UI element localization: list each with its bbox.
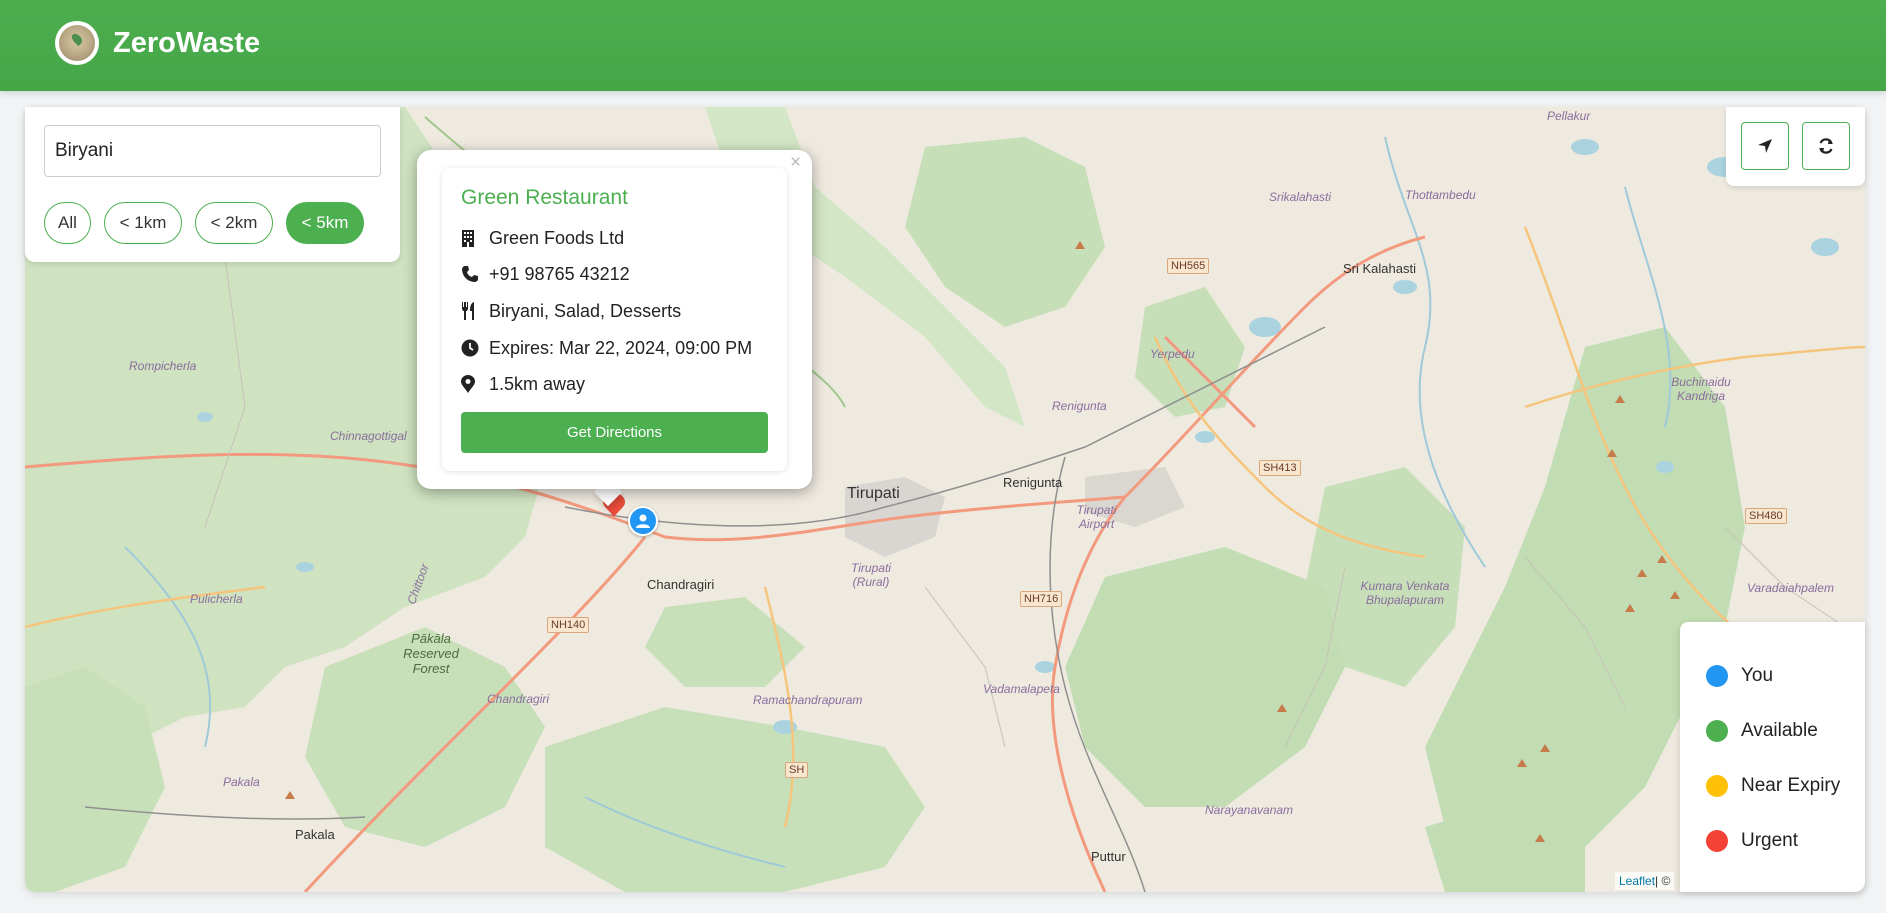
app-logo[interactable] (55, 21, 99, 65)
map-label-pakala-italic: Pakala (223, 775, 260, 789)
map-label-renigunta: Renigunta (1003, 475, 1063, 490)
map-controls (1726, 107, 1865, 186)
location-arrow-icon (1758, 139, 1772, 153)
legend-label-available: Available (1741, 720, 1818, 741)
leaflet-link[interactable]: Leaflet (1619, 874, 1655, 888)
get-directions-button[interactable]: Get Directions (461, 412, 768, 453)
legend-item-you: You (1706, 663, 1773, 689)
locate-me-button[interactable] (1741, 122, 1789, 170)
filter-1km-button[interactable]: < 1km (104, 202, 182, 244)
map-label-narayanavanam: Narayanavanam (1205, 803, 1294, 817)
map-label-vadamalapeta: Vadamalapeta (983, 682, 1060, 696)
legend-label-you: You (1741, 665, 1774, 686)
map-label-tirupati-airport: Tirupati Airport (1076, 503, 1117, 531)
attribution-text: | © (1655, 874, 1671, 888)
distance-row: 1.5km away (461, 372, 585, 396)
user-icon (636, 514, 650, 528)
filter-5km-button[interactable]: < 5km (286, 202, 364, 244)
map-label-ramachandrapuram: Ramachandrapuram (753, 693, 863, 707)
map-label-thottambedu: Thottambedu (1405, 188, 1476, 202)
map-label-chandragiri: Chandragiri (647, 577, 715, 592)
map-label-chinnagottigal: Chinnagottigal (330, 429, 407, 443)
utensils-icon (461, 301, 483, 321)
map-label-varadaiahpalem: Varadaiahpalem (1747, 581, 1834, 595)
map-label-srikalahasti: Srikalahasti (1269, 190, 1332, 204)
distance: 1.5km away (489, 373, 586, 394)
map-label-yerpedu: Yerpedu (1150, 347, 1195, 361)
logo-image (59, 25, 95, 61)
expiry-row: Expires: Mar 22, 2024, 09:00 PM (461, 336, 752, 360)
legend-item-urgent: Urgent (1706, 828, 1798, 854)
filter-all-button[interactable]: All (44, 202, 91, 244)
clock-icon (461, 338, 483, 358)
company-name: Green Foods Ltd (489, 227, 625, 248)
map-label-pulicherla: Pulicherla (190, 592, 243, 606)
map-label-kumara: Kumara Venkata Bhupalapuram (1360, 579, 1450, 607)
map-label-pakala: Pakala (295, 827, 335, 842)
road-shield-sh480: SH480 (1745, 508, 1787, 524)
expiry-time: Expires: Mar 22, 2024, 09:00 PM (489, 337, 753, 358)
legend-item-near-expiry: Near Expiry (1706, 773, 1840, 799)
legend-item-available: Available (1706, 718, 1818, 744)
restaurant-name: Green Restaurant (461, 186, 628, 209)
map-label-chandragiri-italic: Chandragiri (487, 692, 550, 706)
legend-dot-near-expiry (1706, 775, 1728, 797)
app-title: ZeroWaste (113, 27, 261, 59)
search-panel: All < 1km < 2km < 5km (25, 107, 400, 262)
phone-icon (461, 264, 483, 284)
map-label-buchinaidu: Buchinaidu Kandriga (1671, 375, 1731, 403)
map-label-puttur: Puttur (1091, 849, 1126, 864)
map-label-tirupati: Tirupati (847, 485, 900, 502)
legend-dot-urgent (1706, 830, 1728, 852)
map-label-renigunta-italic: Renigunta (1052, 399, 1107, 413)
map-label-rompicherla: Rompicherla (129, 359, 197, 373)
search-input[interactable] (44, 125, 381, 177)
app-header: ZeroWaste (0, 0, 1886, 91)
company-row: Green Foods Ltd (461, 226, 624, 250)
building-icon (461, 228, 483, 248)
map-attribution: Leaflet | © (1615, 872, 1675, 890)
legend-label-urgent: Urgent (1741, 830, 1799, 851)
road-shield-nh140: NH140 (547, 617, 590, 633)
legend-label-near-expiry: Near Expiry (1741, 775, 1841, 796)
filter-2km-button[interactable]: < 2km (195, 202, 273, 244)
map-legend: You Available Near Expiry Urgent (1680, 622, 1865, 892)
items-row: Biryani, Salad, Desserts (461, 299, 681, 323)
user-location-marker[interactable] (628, 506, 658, 536)
legend-dot-you (1706, 665, 1728, 687)
refresh-icon (1819, 138, 1833, 154)
road-shield-nh716: NH716 (1020, 591, 1063, 607)
map-label-pakala-forest: Pākāla Reserved Forest (403, 631, 459, 676)
road-shield-sh413: SH413 (1259, 460, 1301, 476)
refresh-button[interactable] (1802, 122, 1850, 170)
popup-close-button[interactable]: × (790, 152, 801, 174)
map-label-tirupati-rural: Tirupati (Rural) (851, 561, 891, 589)
phone-number[interactable]: +91 98765 43212 (489, 264, 630, 285)
map-label-pellakur: Pellakur (1547, 109, 1591, 123)
map-pin-icon (461, 374, 483, 394)
legend-dot-available (1706, 720, 1728, 742)
road-shield-sh: SH (785, 762, 809, 778)
map-label-sri-kalahasti: Sri Kalahasti (1343, 261, 1416, 276)
road-shield-nh565: NH565 (1167, 258, 1210, 274)
phone-row: +91 98765 43212 (461, 262, 630, 286)
food-items: Biryani, Salad, Desserts (489, 300, 682, 321)
